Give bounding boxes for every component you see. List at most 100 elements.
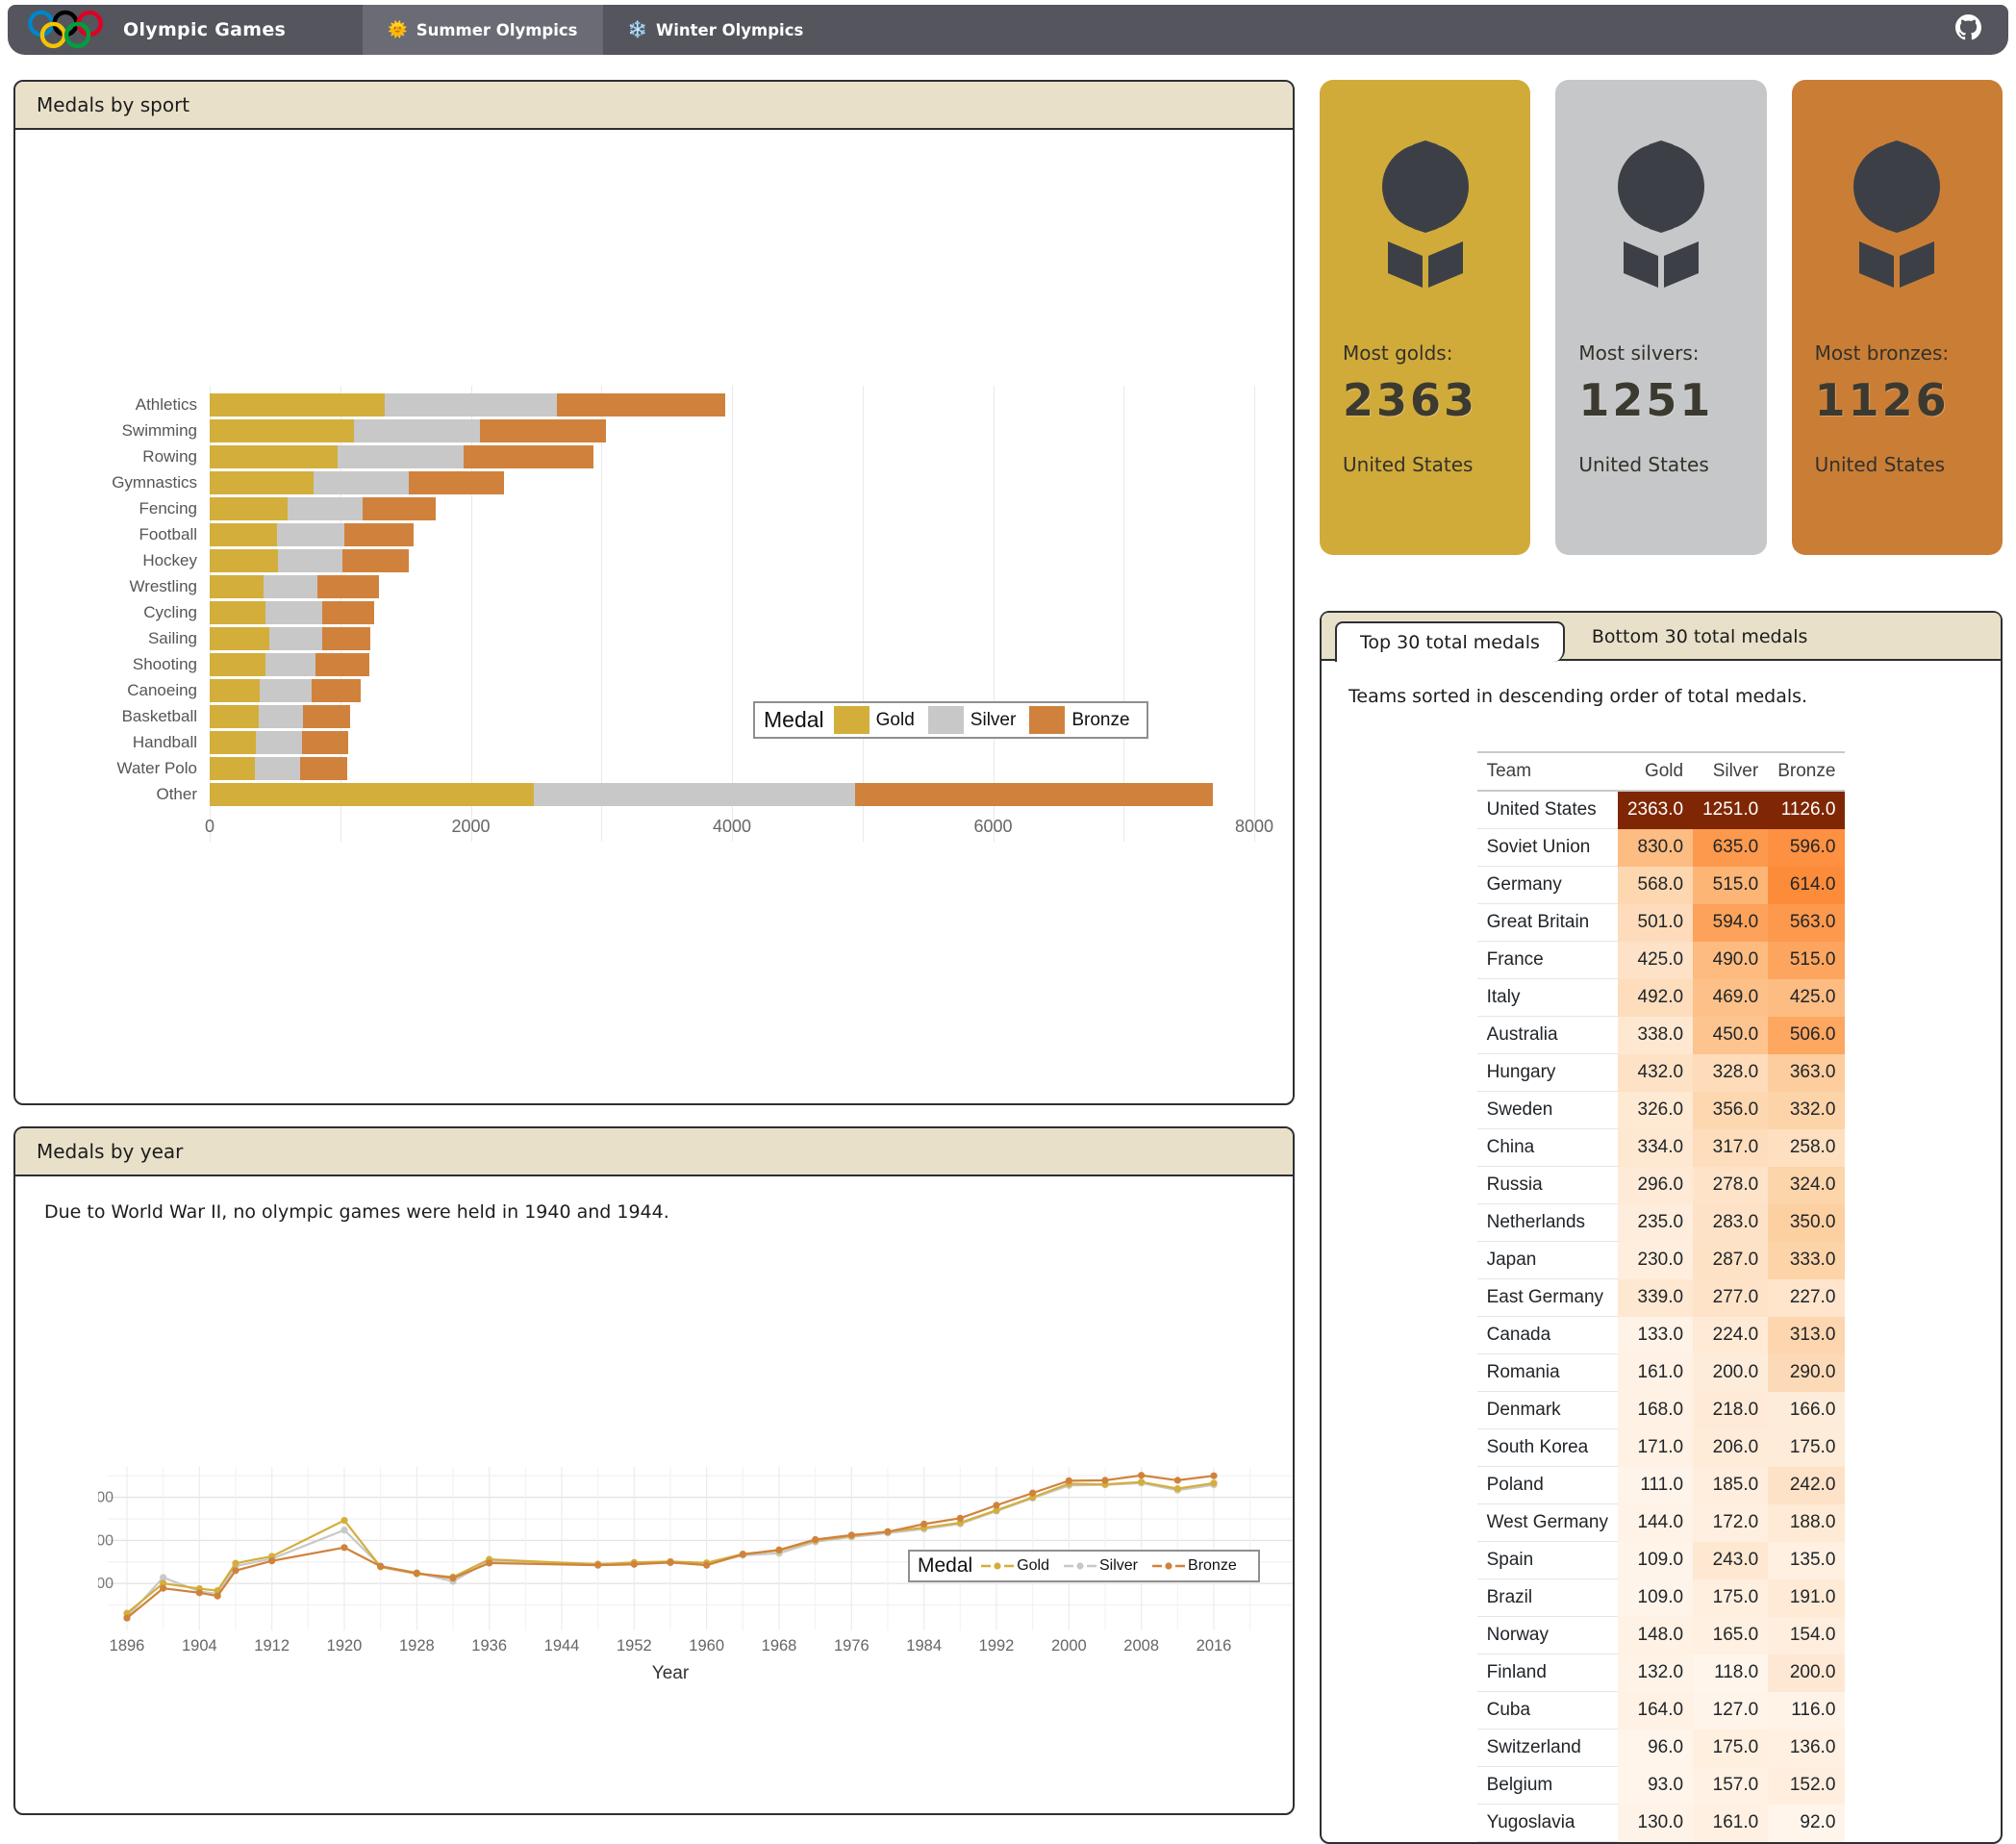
gold-cell: 132.0 — [1618, 1655, 1693, 1692]
team-cell: Cuba — [1477, 1692, 1618, 1730]
table-row: United States2363.01251.01126.0 — [1477, 791, 1846, 829]
card-label: Most silvers: — [1578, 341, 1743, 365]
table-row: East Germany339.0277.0227.0 — [1477, 1279, 1846, 1317]
bronze-point — [884, 1528, 891, 1535]
bronze-cell: 333.0 — [1768, 1242, 1845, 1279]
team-cell: Japan — [1477, 1242, 1618, 1279]
github-link[interactable] — [1955, 14, 1981, 45]
bar-label-athletics: Athletics — [65, 392, 210, 417]
bronze-point — [160, 1585, 166, 1592]
x-tick-label: 2000 — [1051, 1637, 1087, 1655]
table-row: Romania161.0200.0290.0 — [1477, 1354, 1846, 1392]
table-row: Brazil109.0175.0191.0 — [1477, 1579, 1846, 1617]
gold-point — [1210, 1479, 1217, 1486]
bar-row-swimming — [210, 417, 1254, 443]
table-row: Yugoslavia130.0161.092.0 — [1477, 1805, 1846, 1842]
table-row: France425.0490.0515.0 — [1477, 942, 1846, 979]
column-header-bronze: Bronze — [1768, 752, 1845, 791]
x-tick-label: 1944 — [544, 1637, 580, 1655]
team-cell: Germany — [1477, 867, 1618, 904]
gold-cell: 296.0 — [1618, 1167, 1693, 1204]
silver-segment — [288, 497, 364, 520]
silver-cell: 157.0 — [1693, 1767, 1768, 1805]
x-tick-label: 0 — [205, 817, 214, 837]
card-team: United States — [1815, 453, 1979, 476]
gold-cell: 339.0 — [1618, 1279, 1693, 1317]
y-tick-label: 400 — [98, 1532, 113, 1549]
nav-tab-summer-olympics[interactable]: 🌞 Summer Olympics — [363, 5, 602, 55]
table-row: Hungary432.0328.0363.0 — [1477, 1054, 1846, 1092]
bar-label-rowing: Rowing — [65, 443, 210, 469]
gold-segment — [210, 471, 314, 494]
bronze-point — [268, 1557, 275, 1564]
y-tick-label: 200 — [98, 1576, 113, 1592]
silver-cell: 317.0 — [1693, 1129, 1768, 1167]
team-cell: Finland — [1477, 1655, 1618, 1692]
bronze-point — [594, 1562, 601, 1569]
x-tick-label: 1968 — [762, 1637, 797, 1655]
x-tick-label: 2008 — [1123, 1637, 1159, 1655]
award-ribbon-icon — [1608, 134, 1714, 294]
bar-label-hockey: Hockey — [65, 547, 210, 573]
snowflake-icon: ❄️ — [628, 20, 648, 39]
silver-point — [340, 1527, 347, 1533]
bronze-segment — [344, 523, 415, 546]
most-silvers-card: Most silvers: 1251 United States — [1555, 80, 1766, 555]
brand[interactable]: Olympic Games — [8, 8, 363, 52]
left-column: Medals by sport AthleticsSwimmingRowingG… — [13, 80, 1295, 1844]
team-cell: Yugoslavia — [1477, 1805, 1618, 1842]
column-header-team: Team — [1477, 752, 1618, 791]
bronze-point — [1101, 1477, 1108, 1483]
gold-cell: 161.0 — [1618, 1354, 1693, 1392]
bronze-point — [920, 1521, 927, 1528]
table-row: Canada133.0224.0313.0 — [1477, 1317, 1846, 1354]
team-cell: United States — [1477, 791, 1618, 829]
silver-cell: 118.0 — [1693, 1655, 1768, 1692]
navbar: Olympic Games 🌞 Summer Olympics ❄️ Winte… — [8, 5, 2008, 55]
bronze-point — [1138, 1472, 1145, 1478]
card-team: United States — [1578, 453, 1743, 476]
table-row: Poland111.0185.0242.0 — [1477, 1467, 1846, 1504]
silver-cell: 594.0 — [1693, 904, 1768, 942]
bronze-point — [123, 1614, 130, 1621]
bronze-point — [214, 1593, 221, 1600]
legend-label: Gold — [869, 710, 928, 731]
gold-cell: 144.0 — [1618, 1504, 1693, 1542]
bar-label-football: Football — [65, 521, 210, 547]
team-cell: Italy — [1477, 979, 1618, 1017]
x-tick-label: 1904 — [182, 1637, 217, 1655]
bronze-point — [486, 1559, 492, 1566]
card-value: 1251 — [1578, 374, 1743, 426]
bronze-point — [775, 1547, 782, 1554]
nav-tab-winter-olympics[interactable]: ❄️ Winter Olympics — [603, 5, 829, 55]
bronze-point — [340, 1544, 347, 1551]
silver-cell: 278.0 — [1693, 1167, 1768, 1204]
silver-cell: 175.0 — [1693, 1730, 1768, 1767]
silver-cell: 200.0 — [1693, 1354, 1768, 1392]
bronze-cell: 166.0 — [1768, 1392, 1845, 1429]
team-cell: Canada — [1477, 1317, 1618, 1354]
silver-cell: 218.0 — [1693, 1392, 1768, 1429]
bronze-cell: 324.0 — [1768, 1167, 1845, 1204]
bronze-segment — [464, 445, 593, 468]
silver-cell: 165.0 — [1693, 1617, 1768, 1655]
legend-title: Medal — [914, 1554, 980, 1578]
bronze-cell: 175.0 — [1768, 1429, 1845, 1467]
gold-segment — [210, 731, 256, 754]
legend-item-silver: Silver — [1063, 1557, 1151, 1575]
gold-cell: 109.0 — [1618, 1542, 1693, 1579]
gold-cell: 171.0 — [1618, 1429, 1693, 1467]
gold-segment — [210, 601, 265, 624]
tab-top-30-total-medals[interactable]: Top 30 total medals — [1335, 621, 1565, 662]
bar-category-labels: AthleticsSwimmingRowingGymnasticsFencing… — [65, 392, 210, 842]
silver-cell: 127.0 — [1693, 1692, 1768, 1730]
silver-segment — [534, 783, 855, 806]
bar-label-cycling: Cycling — [65, 599, 210, 625]
tab-bottom-30-total-medals[interactable]: Bottom 30 total medals — [1565, 615, 1835, 659]
silver-cell: 283.0 — [1693, 1204, 1768, 1242]
bar-row-athletics — [210, 392, 1254, 417]
silver-cell: 450.0 — [1693, 1017, 1768, 1054]
bronze-point — [414, 1570, 420, 1577]
bronze-point — [1066, 1478, 1072, 1484]
x-tick-label: 1960 — [689, 1637, 724, 1655]
